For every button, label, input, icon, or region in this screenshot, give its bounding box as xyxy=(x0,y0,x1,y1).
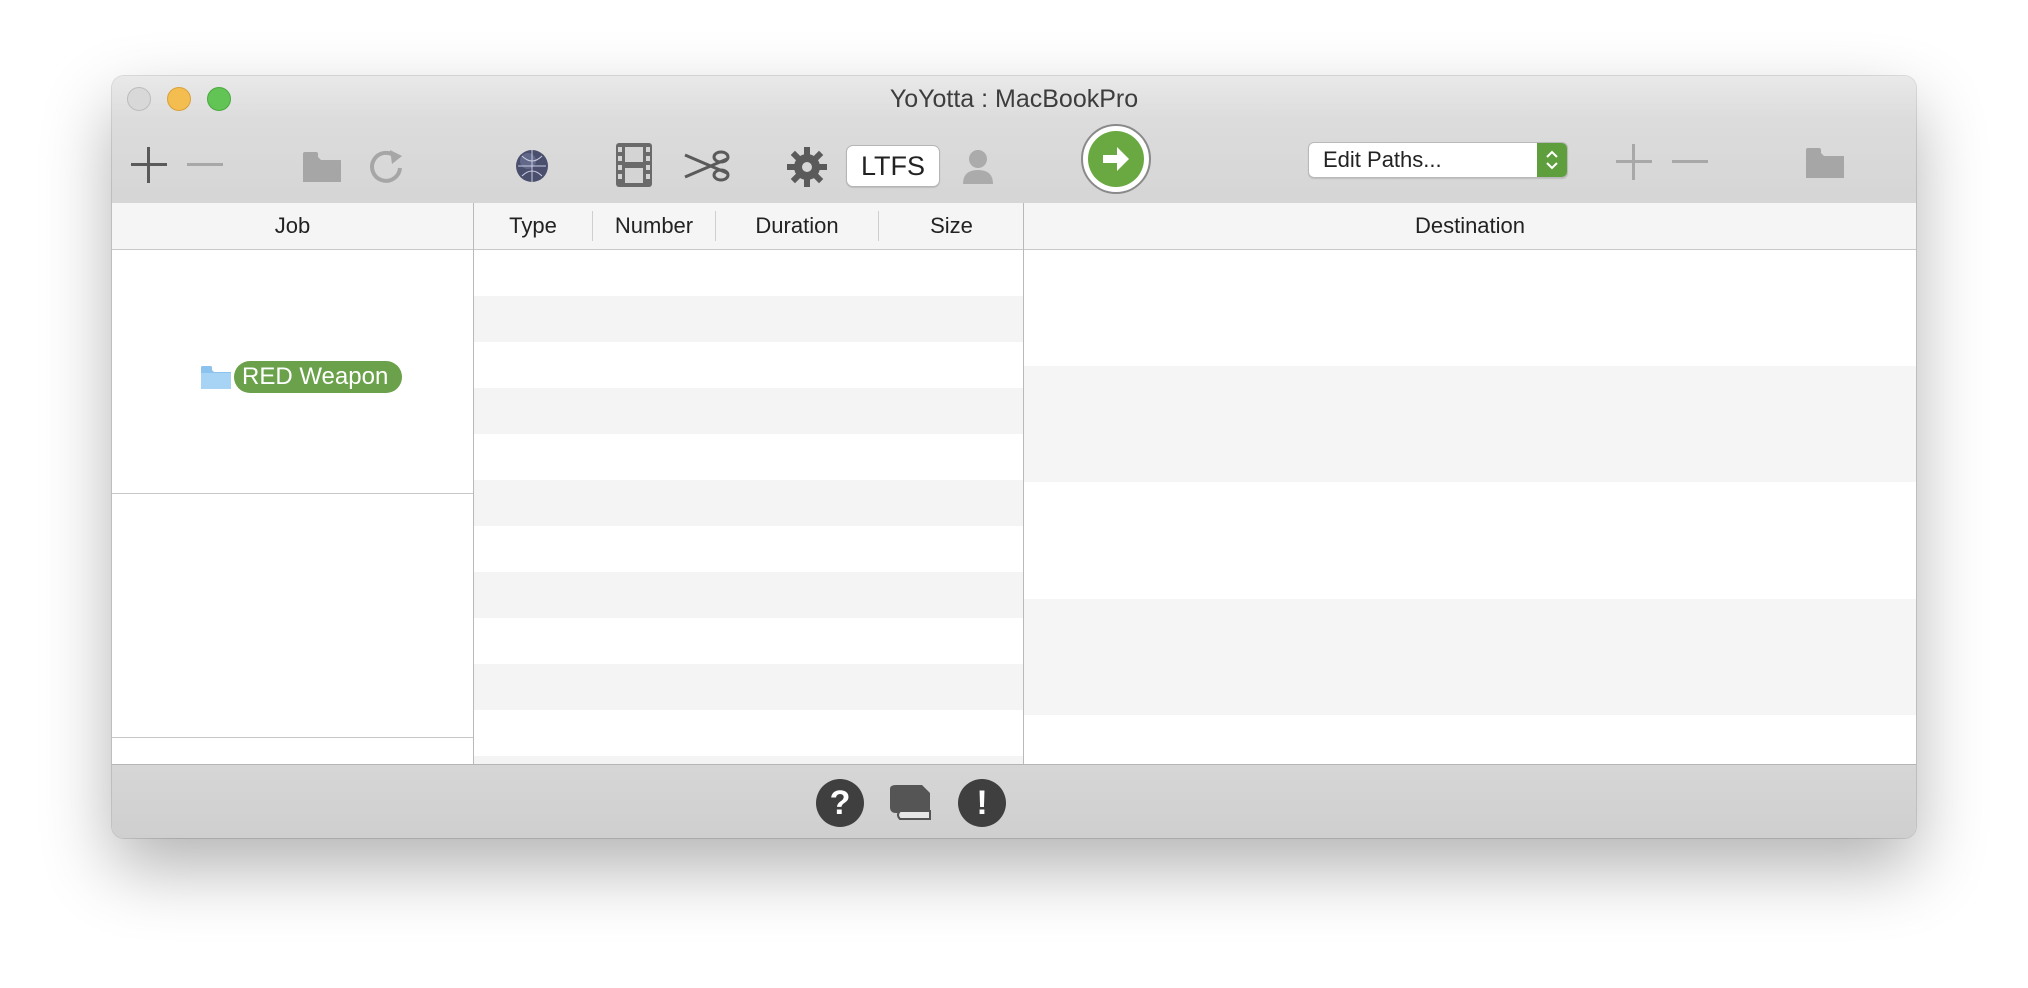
add-icon[interactable] xyxy=(128,144,170,186)
size-header[interactable]: Size xyxy=(879,203,1024,249)
window-title: YoYotta : MacBookPro xyxy=(889,85,1139,113)
media-row-stripe xyxy=(474,388,1024,434)
destination-row-stripe xyxy=(1024,599,1916,715)
add-path-icon[interactable] xyxy=(1612,140,1656,184)
go-button[interactable] xyxy=(1081,124,1151,194)
media-column-headers: Type Number Duration Size xyxy=(474,203,1024,250)
main-content: Job Type Number Duration Size Destinatio… xyxy=(112,203,1916,764)
media-row-stripe xyxy=(474,296,1024,342)
alert-glyph: ! xyxy=(976,783,988,822)
bottom-bar: ? ! xyxy=(112,764,1916,838)
edit-paths-popup[interactable]: Edit Paths... xyxy=(1308,142,1568,178)
alert-icon[interactable]: ! xyxy=(958,779,1006,827)
destination-row-stripe xyxy=(1024,366,1916,482)
film-icon[interactable] xyxy=(612,140,656,190)
job-label: RED Weapon xyxy=(234,361,403,393)
column-divider[interactable] xyxy=(473,203,474,764)
app-window: YoYotta : MacBookPro LTFS Edit Paths... … xyxy=(112,76,1916,838)
network-globe-icon[interactable] xyxy=(510,144,554,188)
remove-icon[interactable] xyxy=(184,144,226,186)
job-row[interactable] xyxy=(112,738,473,764)
folder-icon[interactable] xyxy=(300,144,344,188)
media-row-stripe xyxy=(474,572,1024,618)
edit-paths-label: Edit Paths... xyxy=(1323,147,1442,172)
destination-header-label: Destination xyxy=(1414,213,1526,238)
path-folder-icon[interactable] xyxy=(1802,140,1848,184)
title-bar: YoYotta : MacBookPro xyxy=(112,76,1916,120)
number-header[interactable]: Number xyxy=(593,203,715,249)
ltfs-button[interactable]: LTFS xyxy=(846,145,940,187)
job-column-header[interactable]: Job xyxy=(112,203,473,250)
job-row[interactable]: RED Weapon xyxy=(112,250,473,494)
log-book-icon[interactable] xyxy=(884,781,936,825)
help-glyph: ? xyxy=(829,783,851,822)
column-divider[interactable] xyxy=(1023,203,1024,764)
media-row-stripe xyxy=(474,480,1024,526)
job-item[interactable]: RED Weapon xyxy=(200,361,403,393)
scissors-icon[interactable] xyxy=(680,144,732,188)
media-row-stripe xyxy=(474,664,1024,710)
duration-header[interactable]: Duration xyxy=(716,203,878,249)
remove-path-icon[interactable] xyxy=(1668,140,1712,184)
help-icon[interactable]: ? xyxy=(816,779,864,827)
type-header[interactable]: Type xyxy=(474,203,592,249)
job-row[interactable] xyxy=(112,494,473,738)
chevron-updown-icon xyxy=(1537,143,1567,177)
user-icon[interactable] xyxy=(956,144,1000,188)
refresh-icon[interactable] xyxy=(364,144,408,188)
destination-column-header[interactable]: Destination xyxy=(1024,203,1916,250)
job-header-label: Job xyxy=(274,213,311,238)
folder-icon xyxy=(200,364,232,390)
media-row-stripe xyxy=(474,756,1024,764)
gear-icon[interactable] xyxy=(784,144,830,190)
go-arrow-icon xyxy=(1088,131,1144,187)
